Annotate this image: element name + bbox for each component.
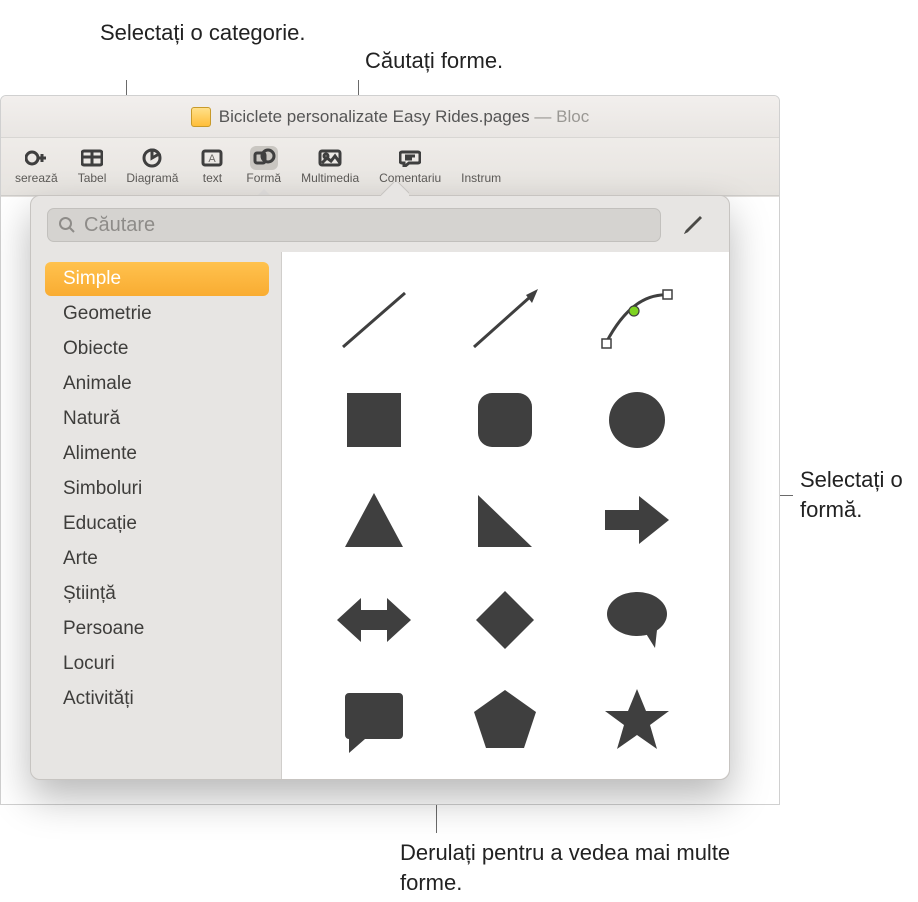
- category-item-symbols[interactable]: Simboluri: [45, 472, 269, 506]
- text-button[interactable]: A text: [188, 144, 236, 189]
- table-icon: [78, 146, 106, 170]
- chart-label: Diagramă: [126, 171, 178, 185]
- shape-triangle[interactable]: [308, 470, 440, 570]
- callout-select-category: Selectați o categorie.: [100, 18, 320, 48]
- media-icon: [316, 146, 344, 170]
- shapes-grid[interactable]: [281, 252, 729, 779]
- shape-pentagon[interactable]: [440, 670, 572, 770]
- category-item-nature[interactable]: Natură: [45, 402, 269, 436]
- tools-button[interactable]: Instrum: [451, 144, 511, 189]
- table-button[interactable]: Tabel: [68, 144, 117, 189]
- media-label: Multimedia: [301, 171, 359, 185]
- category-item-education[interactable]: Educație: [45, 507, 269, 541]
- text-label: text: [203, 171, 222, 185]
- shape-circle[interactable]: [571, 370, 703, 470]
- shape-icon: [250, 146, 278, 170]
- search-input[interactable]: Căutare: [47, 208, 661, 242]
- popover-arrow: [381, 182, 409, 196]
- draw-pen-button[interactable]: [673, 208, 713, 242]
- shape-line[interactable]: [308, 270, 440, 370]
- category-item-simple[interactable]: Simple: [45, 262, 269, 296]
- shape-rounded-square[interactable]: [440, 370, 572, 470]
- shape-speech-bubble[interactable]: [571, 570, 703, 670]
- document-title-suffix: — Bloc: [530, 107, 590, 126]
- category-item-science[interactable]: Știință: [45, 577, 269, 611]
- document-icon: [191, 107, 211, 127]
- chart-button[interactable]: Diagramă: [116, 144, 188, 189]
- table-label: Tabel: [78, 171, 107, 185]
- shape-star[interactable]: [571, 670, 703, 770]
- text-icon: A: [198, 146, 226, 170]
- insert-label: serează: [15, 171, 58, 185]
- shape-curve-pen[interactable]: [571, 270, 703, 370]
- insert-icon: [22, 146, 50, 170]
- category-item-arts[interactable]: Arte: [45, 542, 269, 576]
- shape-arrow-double[interactable]: [308, 570, 440, 670]
- comment-icon: [396, 146, 424, 170]
- tools-icon: [467, 146, 495, 170]
- document-title: Biciclete personalizate Easy Rides.pages…: [219, 107, 589, 127]
- search-icon: [58, 216, 76, 234]
- svg-text:A: A: [209, 153, 217, 165]
- shape-square[interactable]: [308, 370, 440, 470]
- shape-right-triangle[interactable]: [440, 470, 572, 570]
- search-placeholder: Căutare: [84, 214, 155, 237]
- shape-arrow-line[interactable]: [440, 270, 572, 370]
- shape-callout-square[interactable]: [308, 670, 440, 770]
- callout-scroll-more: Derulați pentru a vedea mai multe forme.: [400, 838, 760, 897]
- callout-select-shape: Selectați o formă.: [800, 465, 910, 524]
- tools-label: Instrum: [461, 171, 501, 185]
- chart-icon: [138, 146, 166, 170]
- shape-button[interactable]: Formă: [236, 144, 291, 189]
- titlebar: Biciclete personalizate Easy Rides.pages…: [1, 96, 779, 138]
- shape-arrow-right[interactable]: [571, 470, 703, 570]
- category-item-objects[interactable]: Obiecte: [45, 332, 269, 366]
- shapes-popover: Căutare Simple Geometrie Obiecte Animale…: [30, 195, 730, 780]
- shape-diamond[interactable]: [440, 570, 572, 670]
- category-item-people[interactable]: Persoane: [45, 612, 269, 646]
- insert-button[interactable]: serează: [5, 144, 68, 189]
- category-item-activities[interactable]: Activități: [45, 682, 269, 716]
- document-title-main: Biciclete personalizate Easy Rides.pages: [219, 107, 530, 126]
- category-sidebar: Simple Geometrie Obiecte Animale Natură …: [31, 252, 281, 779]
- category-item-places[interactable]: Locuri: [45, 647, 269, 681]
- media-button[interactable]: Multimedia: [291, 144, 369, 189]
- callout-search-shapes: Căutați forme.: [365, 46, 503, 76]
- pen-icon: [680, 212, 706, 238]
- category-item-geometry[interactable]: Geometrie: [45, 297, 269, 331]
- category-item-food[interactable]: Alimente: [45, 437, 269, 471]
- category-item-animals[interactable]: Animale: [45, 367, 269, 401]
